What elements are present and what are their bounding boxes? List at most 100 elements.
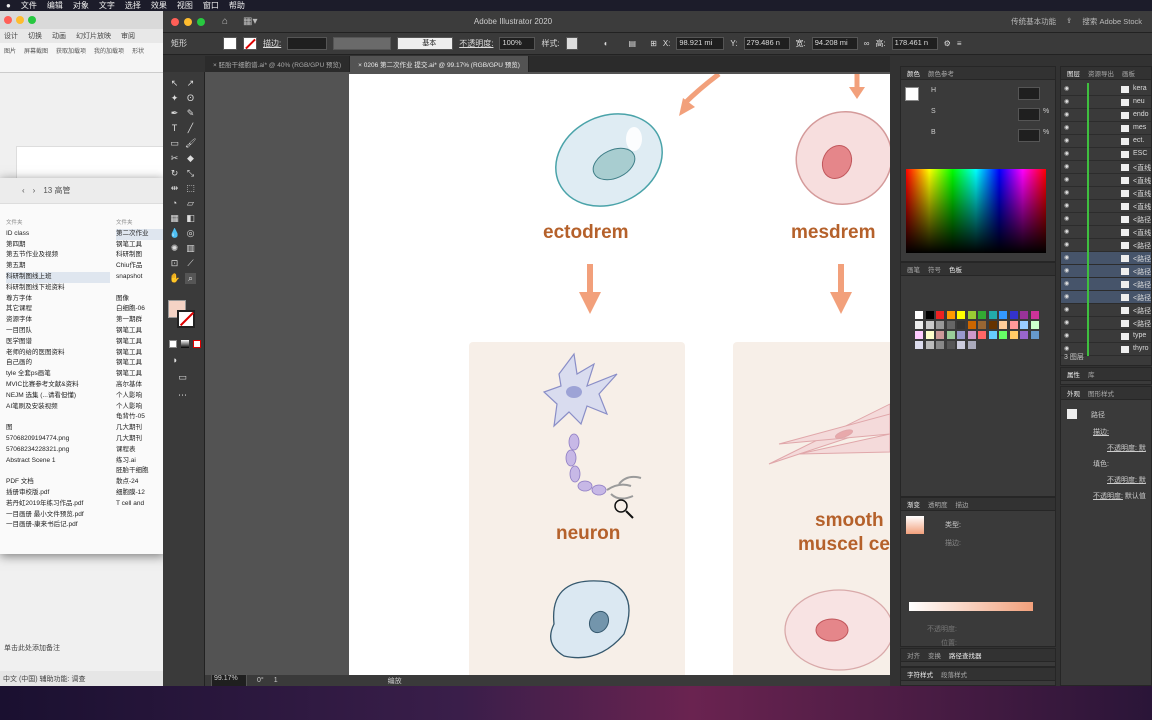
- color-swatch[interactable]: [936, 321, 944, 329]
- layer-row[interactable]: ◉ <直线: [1061, 187, 1151, 200]
- layer-row[interactable]: ◉ kera: [1061, 83, 1151, 96]
- layer-row[interactable]: ◉ <路径: [1061, 239, 1151, 252]
- zoom-icon[interactable]: [28, 16, 36, 24]
- color-swatch[interactable]: [925, 321, 934, 329]
- label-mesdrem[interactable]: mesdrem: [791, 222, 876, 244]
- finder-item[interactable]: 钢笔工具: [116, 326, 166, 337]
- color-swatch[interactable]: [1009, 311, 1018, 319]
- color-swatch[interactable]: [1009, 331, 1018, 339]
- layer-row[interactable]: ◉ type: [1061, 330, 1151, 343]
- gradient-preview[interactable]: [906, 516, 924, 534]
- color-swatch[interactable]: [915, 311, 923, 319]
- width-field[interactable]: 94.208 mi: [811, 37, 858, 50]
- color-swatch[interactable]: [988, 331, 997, 339]
- more-tools-icon[interactable]: ⋯: [177, 390, 188, 401]
- finder-item[interactable]: 钢笔工具: [116, 337, 166, 348]
- back-icon[interactable]: ‹: [22, 186, 25, 195]
- menu-edit[interactable]: 编辑: [47, 0, 63, 11]
- tab-libraries[interactable]: 库: [1088, 369, 1095, 379]
- y-field[interactable]: 279.486 n: [743, 37, 790, 50]
- ribbon-my-addins[interactable]: 我的加载项: [94, 46, 124, 69]
- selection-tool-icon[interactable]: ↖: [169, 78, 180, 89]
- finder-item[interactable]: tyle 全套ps画笔: [6, 369, 110, 380]
- stroke-swatch[interactable]: [243, 37, 257, 50]
- finder-item[interactable]: 第五节作业及视频: [6, 250, 110, 261]
- visibility-eye-icon[interactable]: ◉: [1064, 293, 1069, 300]
- finder-item[interactable]: 练习.ai: [116, 456, 166, 467]
- curvature-icon[interactable]: ✎: [185, 108, 196, 119]
- tab-symbols[interactable]: 符号: [928, 264, 941, 274]
- color-swatch[interactable]: [1020, 311, 1028, 319]
- color-swatch[interactable]: [1009, 321, 1018, 329]
- menu-window[interactable]: 窗口: [203, 0, 219, 11]
- finder-item[interactable]: ID class: [6, 229, 110, 240]
- menu-select[interactable]: 选择: [125, 0, 141, 11]
- finder-item[interactable]: 散点-24: [116, 477, 166, 488]
- layer-row[interactable]: ◉ endo: [1061, 109, 1151, 122]
- tab-brushes[interactable]: 画笔: [907, 264, 920, 274]
- tab-align[interactable]: 对齐: [907, 650, 920, 660]
- apple-icon[interactable]: ●: [6, 1, 11, 10]
- status-mode[interactable]: 编放: [388, 676, 402, 686]
- tab-transparency[interactable]: 透明度: [928, 499, 948, 509]
- ribbon-pictures[interactable]: 图片: [4, 46, 16, 69]
- appearance-opacity-2[interactable]: 不透明度: 默: [1107, 475, 1146, 485]
- shape-options-icon[interactable]: ⚙: [944, 39, 951, 48]
- hand-tool-icon[interactable]: ✋: [169, 273, 180, 284]
- finder-item[interactable]: PDF 文档: [6, 477, 110, 488]
- forward-icon[interactable]: ›: [33, 186, 36, 195]
- opacity-field[interactable]: 100%: [499, 37, 536, 50]
- tab-homework[interactable]: × 0206 第二次作业 提交.ai* @ 99.17% (RGB/GPU 预览…: [350, 56, 529, 72]
- layer-row[interactable]: ◉ <路径: [1061, 278, 1151, 291]
- tab-embryonic-stem-cell[interactable]: × 胚胎干细胞谱.ai* @ 40% (RGB/GPU 预览): [205, 56, 351, 72]
- stroke-weight-field[interactable]: [287, 37, 328, 50]
- stroke-label[interactable]: 描边:: [263, 38, 281, 49]
- color-swatch[interactable]: [957, 321, 965, 329]
- visibility-eye-icon[interactable]: ◉: [1064, 137, 1069, 144]
- finder-item[interactable]: 龟背竹-05: [116, 412, 166, 423]
- artboard[interactable]: ectodrem mesdrem neuron smooth muscel ce: [349, 74, 890, 675]
- visibility-eye-icon[interactable]: ◉: [1064, 163, 1069, 170]
- layer-row[interactable]: ◉ <直线: [1061, 200, 1151, 213]
- visibility-eye-icon[interactable]: ◉: [1064, 319, 1069, 326]
- close-icon[interactable]: [4, 16, 12, 24]
- eyedropper-icon[interactable]: 💧: [169, 228, 180, 239]
- finder-item[interactable]: 图: [6, 423, 110, 434]
- color-swatch[interactable]: [936, 311, 944, 319]
- lasso-icon[interactable]: ʘ: [185, 93, 196, 104]
- ribbon-shapes[interactable]: 形状: [132, 46, 144, 69]
- paintbrush-icon[interactable]: 🖌: [185, 138, 196, 149]
- color-swatch[interactable]: [967, 341, 976, 349]
- artboard-number[interactable]: 1: [274, 677, 278, 684]
- zoom-tool-icon[interactable]: ⌕: [185, 273, 196, 284]
- x-field[interactable]: 98.921 mi: [676, 37, 725, 50]
- style-label[interactable]: 样式:: [541, 38, 559, 49]
- appearance-stroke-label[interactable]: 描边:: [1093, 427, 1109, 437]
- layer-row[interactable]: ◉ <路径: [1061, 252, 1151, 265]
- finder-item[interactable]: 图像: [116, 294, 166, 305]
- visibility-eye-icon[interactable]: ◉: [1064, 150, 1069, 157]
- finder-item[interactable]: 科研制图: [116, 250, 166, 261]
- color-swatch[interactable]: [957, 341, 965, 349]
- slice-icon[interactable]: ⟋: [185, 258, 196, 269]
- finder-item[interactable]: 一目画册 最小文件预览.pdf: [6, 510, 110, 521]
- tab-gradient[interactable]: 渐变: [907, 499, 920, 509]
- pen-tool-icon[interactable]: ✒: [169, 108, 180, 119]
- finder-item[interactable]: 第一期群: [116, 315, 166, 326]
- h-field[interactable]: [1018, 87, 1040, 100]
- notes-placeholder[interactable]: 单击此处添加备注: [4, 643, 60, 653]
- fill-swatch[interactable]: [223, 37, 237, 50]
- color-swatch[interactable]: [1030, 311, 1039, 319]
- tab-paragraph-styles[interactable]: 段落样式: [941, 669, 967, 679]
- finder-item[interactable]: 个人影响: [116, 402, 166, 413]
- label-ectodrem[interactable]: ectodrem: [543, 222, 629, 244]
- finder-item[interactable]: 自己画的: [6, 358, 110, 369]
- finder-item[interactable]: 57068234228321.png: [6, 445, 110, 456]
- gradient-tool-icon[interactable]: ◧: [185, 213, 196, 224]
- finder-item[interactable]: 钢笔工具: [116, 369, 166, 380]
- menu-file[interactable]: 文件: [21, 0, 37, 11]
- finder-item[interactable]: 若丹虹2019年练习作品.pdf: [6, 499, 110, 510]
- color-spectrum[interactable]: [906, 169, 1046, 253]
- color-swatch[interactable]: [946, 311, 955, 319]
- mesh-icon[interactable]: ▦: [169, 213, 180, 224]
